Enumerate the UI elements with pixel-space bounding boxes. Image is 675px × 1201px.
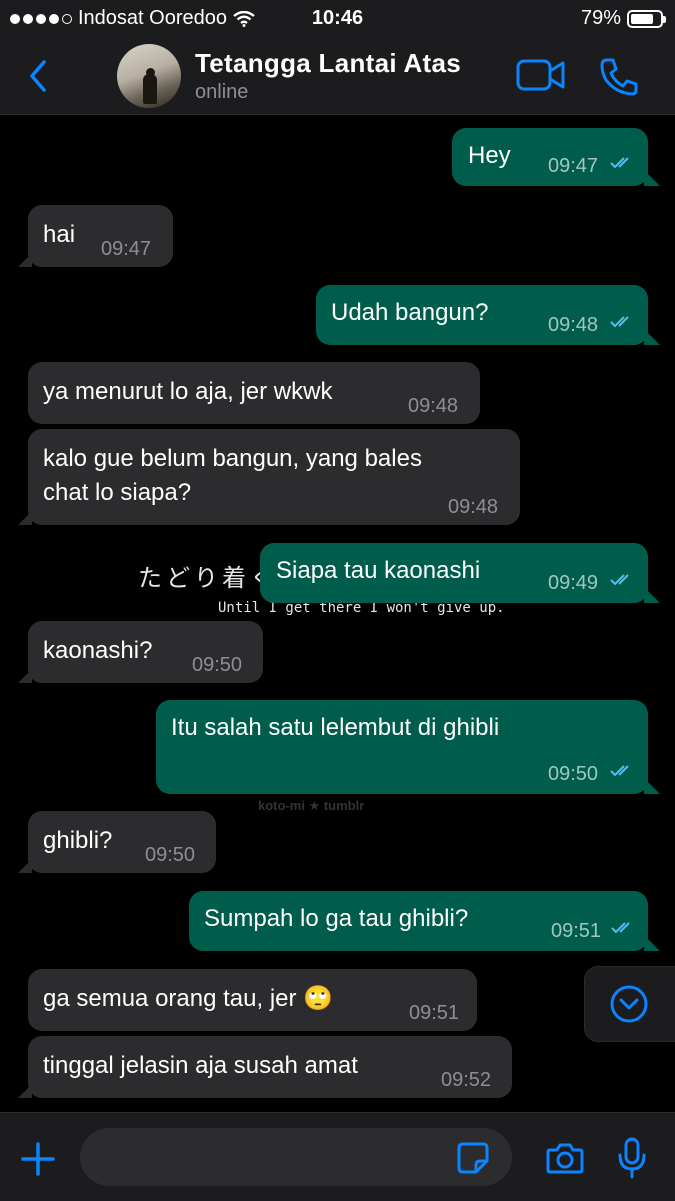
message-time: 09:48 [448,496,499,518]
battery-icon [627,9,666,28]
message-text: ghibli? [43,827,113,854]
message-time: 09:51 [551,920,602,942]
message-bubble-incoming[interactable]: kaonashi? 09:50 [18,621,263,683]
message-text: ga semua orang tau, jer 🙄 [43,985,334,1012]
phone-call-icon[interactable] [598,56,640,98]
chevron-down-circle-icon [610,985,648,1023]
message-time: 09:48 [408,395,459,417]
message-time: 09:52 [441,1069,492,1091]
message-bubble-incoming[interactable]: tinggal jelasin aja susah amat 09:52 [18,1036,512,1098]
message-bubble-outgoing[interactable]: Sumpah lo ga tau ghibli? 09:51 [189,891,660,951]
message-text: tinggal jelasin aja susah amat [43,1052,358,1079]
message-text-line2: chat lo siapa? [43,479,192,506]
camera-icon[interactable] [546,1141,584,1175]
read-receipt-icon [610,574,629,586]
contact-name[interactable]: Tetangga Lantai Atas [195,48,461,79]
message-bubble-outgoing[interactable]: Itu salah satu lelembut di ghibli 09:50 [156,700,660,794]
read-receipt-icon [610,765,629,777]
message-time: 09:47 [101,238,152,260]
watermark-japanese: たどり着く [138,564,278,592]
battery-percent: 79% [580,7,621,29]
message-bubble-outgoing[interactable]: Siapa tau kaonashi 09:49 [260,543,660,603]
message-text: hai [43,221,76,248]
message-text: Sumpah lo ga tau ghibli? [204,905,469,932]
message-time: 09:50 [548,763,599,785]
message-time: 09:50 [192,654,243,676]
watermark-tumblr: koto-mi ★ tumblr [258,798,365,813]
avatar[interactable] [117,44,181,108]
microphone-icon[interactable] [618,1137,646,1179]
message-time: 09:49 [548,572,599,594]
read-receipt-icon [610,316,629,328]
chat-header: Tetangga Lantai Atas online [0,38,675,115]
message-input[interactable] [80,1128,512,1186]
clock: 10:46 [311,7,364,29]
message-time: 09:48 [548,314,599,336]
message-text: kaonashi? [43,637,153,664]
message-bubble-incoming[interactable]: ghibli? 09:50 [18,811,216,873]
read-receipt-icon [610,157,629,169]
status-bar: Indosat Ooredoo 10:46 79% [0,0,675,38]
message-text: Itu salah satu lelembut di ghibli [171,714,500,741]
back-chevron-icon[interactable] [22,56,56,96]
battery-area: 79% [580,7,666,30]
message-time: 09:51 [409,1002,460,1024]
message-text: ya menurut lo aja, jer wkwk [43,378,333,405]
message-time: 09:50 [145,844,196,866]
message-bubble-incoming[interactable]: ya menurut lo aja, jer wkwk 09:48 [28,362,480,424]
message-input-bar [0,1112,675,1201]
message-text: Udah bangun? [331,299,489,326]
message-bubble-incoming[interactable]: ga semua orang tau, jer 🙄 09:51 [28,969,477,1031]
message-bubble-incoming[interactable]: kalo gue belum bangun, yang bales chat l… [18,429,520,525]
contact-status: online [195,81,249,103]
plus-icon[interactable] [20,1141,56,1177]
message-text-line1: kalo gue belum bangun, yang bales [43,445,422,472]
message-time: 09:47 [548,155,599,177]
message-bubble-incoming[interactable]: hai 09:47 [18,205,173,267]
message-text: Siapa tau kaonashi [276,557,481,584]
read-receipt-icon [611,922,630,934]
message-text: Hey [468,142,511,169]
video-call-icon[interactable] [516,58,566,92]
sticker-icon[interactable] [456,1141,490,1175]
message-bubble-outgoing[interactable]: Hey 09:47 [452,128,660,186]
scroll-to-bottom-button[interactable] [584,966,675,1042]
message-bubble-outgoing[interactable]: Udah bangun? 09:48 [316,285,660,345]
